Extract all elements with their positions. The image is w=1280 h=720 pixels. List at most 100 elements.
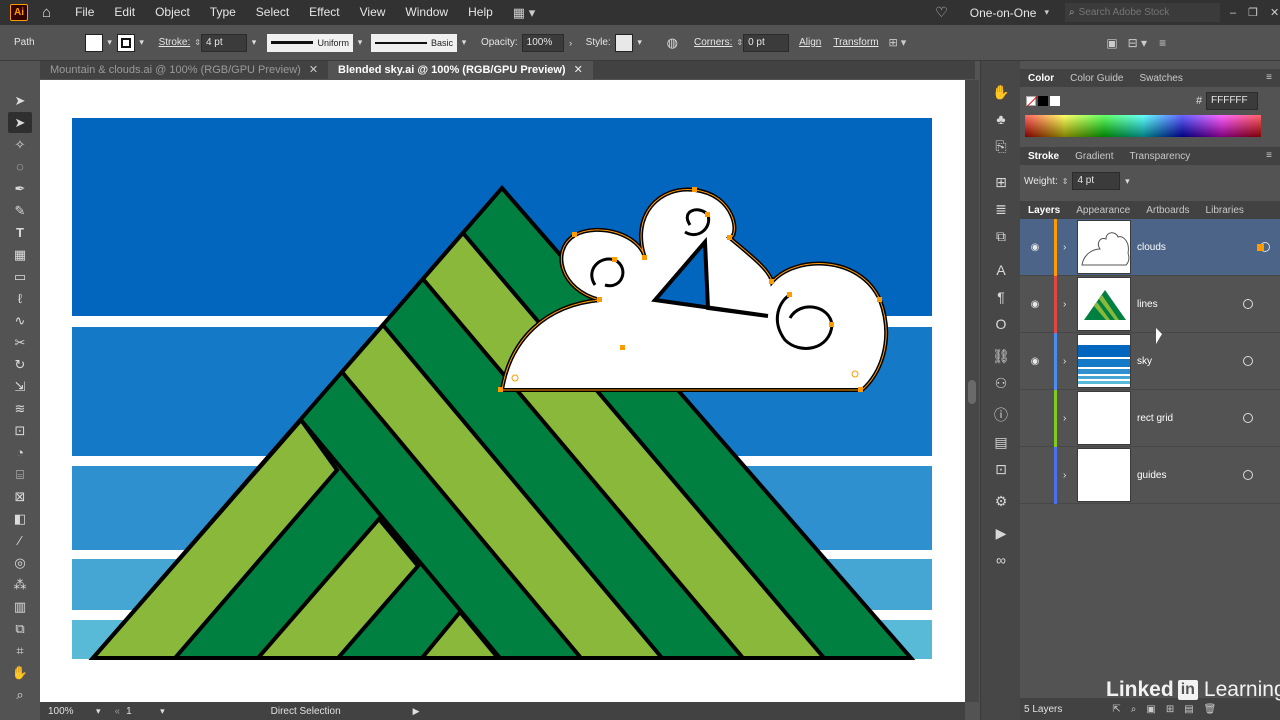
pathfinder-icon[interactable]: ⧉ xyxy=(987,225,1015,247)
opentype-icon[interactable]: O xyxy=(987,313,1015,335)
target-circle-icon[interactable] xyxy=(1243,299,1253,309)
chevron-down-icon[interactable]: ▾ xyxy=(459,37,469,48)
direct-selection-tool-icon[interactable]: ➤ xyxy=(8,112,32,133)
stepper-icon[interactable]: ⇕ xyxy=(1062,177,1069,186)
panel-menu-icon[interactable]: ≡ xyxy=(1266,150,1272,161)
character-icon[interactable]: A xyxy=(987,259,1015,281)
menu-edit[interactable]: Edit xyxy=(104,0,145,25)
selection-indicator[interactable] xyxy=(1257,243,1264,251)
tab-layers[interactable]: Layers xyxy=(1020,205,1068,216)
transform-panel-icon[interactable]: ⊞ xyxy=(987,171,1015,193)
stepper-icon[interactable]: ⇕ xyxy=(736,38,743,47)
tab-blended-sky[interactable]: Blended sky.ai @ 100% (RGB/GPU Preview) … xyxy=(328,61,593,79)
column-graph-tool-icon[interactable]: ▥ xyxy=(8,596,32,617)
tab-mountain-clouds[interactable]: Mountain & clouds.ai @ 100% (RGB/GPU Pre… xyxy=(40,61,328,79)
search-input[interactable] xyxy=(1078,7,1209,18)
layer-name[interactable]: lines xyxy=(1137,299,1243,310)
document-info-icon[interactable]: ▤ xyxy=(987,431,1015,453)
lightbulb-icon[interactable]: ♡ xyxy=(935,4,948,21)
arrange-documents-icon[interactable]: ▦ ▾ xyxy=(513,5,535,21)
brush-definition[interactable]: Basic xyxy=(370,33,457,52)
slice-tool-icon[interactable]: ⌗ xyxy=(8,640,32,661)
artboard-tool-icon[interactable]: ⧉ xyxy=(8,618,32,639)
image-trace-icon[interactable]: ⚇ xyxy=(987,372,1015,394)
rotate-tool-icon[interactable]: ↻ xyxy=(8,354,32,375)
curvature-tool-icon[interactable]: ✎ xyxy=(8,200,32,221)
variable-width-profile[interactable]: Uniform xyxy=(266,33,353,52)
close-icon[interactable]: ✕ xyxy=(574,61,583,79)
canvas-area[interactable] xyxy=(40,80,965,702)
color-spectrum[interactable] xyxy=(1025,115,1261,137)
chevron-down-icon[interactable]: ▾ xyxy=(355,37,365,48)
menu-view[interactable]: View xyxy=(350,0,396,25)
collect-export-icon[interactable]: ⇱ xyxy=(1112,704,1120,715)
expand-chevron-icon[interactable]: › xyxy=(1063,413,1075,424)
chevron-right-icon[interactable]: › xyxy=(566,38,576,48)
symbols-icon[interactable]: ♣ xyxy=(987,108,1015,130)
asset-export-icon[interactable]: ⎘ xyxy=(987,135,1015,157)
new-sublayer-icon[interactable]: ⊞ xyxy=(1166,704,1174,715)
locate-object-icon[interactable]: ⌕ xyxy=(1131,704,1137,715)
menu-file[interactable]: File xyxy=(65,0,104,25)
settings-icon[interactable]: ⚙ xyxy=(987,490,1015,512)
opacity-field[interactable]: 100% xyxy=(521,33,564,52)
layer-row-rect-grid[interactable]: › rect grid xyxy=(1020,389,1280,447)
layer-row-sky[interactable]: ◉ › sky xyxy=(1020,332,1280,390)
workspace-switcher[interactable]: One-on-One xyxy=(970,6,1037,20)
expand-chevron-icon[interactable]: › xyxy=(1063,470,1075,481)
menu-select[interactable]: Select xyxy=(246,0,299,25)
arrange-icon[interactable]: ▣ xyxy=(1106,36,1117,50)
hand-tool-icon[interactable]: ✋ xyxy=(8,662,32,683)
shaper-tool-icon[interactable]: ∿ xyxy=(8,310,32,331)
home-icon[interactable]: ⌂ xyxy=(42,4,51,21)
layer-row-clouds[interactable]: ◉ › clouds xyxy=(1020,218,1280,276)
shape-builder-tool-icon[interactable]: ◔ xyxy=(8,442,32,463)
links-icon[interactable]: ⛓ xyxy=(987,345,1015,367)
width-tool-icon[interactable]: ≋ xyxy=(8,398,32,419)
white-swatch[interactable] xyxy=(1050,96,1060,106)
links-chain-icon[interactable]: ∞ xyxy=(987,549,1015,571)
artboard-number[interactable]: 1 xyxy=(126,706,156,717)
target-circle-icon[interactable] xyxy=(1243,413,1253,423)
paintbrush-tool-icon[interactable]: ℓ xyxy=(8,288,32,309)
zoom-tool-icon[interactable]: ⌕ xyxy=(8,684,32,705)
perspective-grid-tool-icon[interactable]: ⌸ xyxy=(8,464,32,485)
expand-chevron-icon[interactable]: › xyxy=(1063,356,1075,367)
layer-row-lines[interactable]: ◉ › lines xyxy=(1020,275,1280,333)
clipping-mask-icon[interactable]: ▣ xyxy=(1146,704,1155,715)
visibility-eye-icon[interactable]: ◉ xyxy=(1026,242,1044,253)
corners-label[interactable]: Corners: xyxy=(694,37,732,48)
stock-search[interactable]: ⌕ xyxy=(1065,3,1221,22)
chevron-down-icon[interactable]: ▾ xyxy=(160,706,165,717)
target-circle-icon[interactable] xyxy=(1243,356,1253,366)
menu-window[interactable]: Window xyxy=(395,0,458,25)
zoom-level[interactable]: 100% xyxy=(48,706,88,717)
isolate-icon[interactable]: ⊞ ▾ xyxy=(889,36,907,49)
layer-name[interactable]: sky xyxy=(1137,356,1243,367)
align-options-icon[interactable]: ⊟ ▾ xyxy=(1128,36,1147,50)
grid-tool-icon[interactable]: ▦ xyxy=(8,244,32,265)
chevron-down-icon[interactable]: ▾ xyxy=(96,706,101,717)
artboard[interactable] xyxy=(40,80,965,702)
chevron-right-icon[interactable]: ▶ xyxy=(413,706,420,717)
black-swatch[interactable] xyxy=(1038,96,1048,106)
chevron-down-icon[interactable]: ▾ xyxy=(1044,7,1049,18)
delete-layer-icon[interactable]: 🗑 xyxy=(1204,704,1217,715)
stroke-label[interactable]: Stroke: xyxy=(159,37,191,48)
navigator-icon[interactable]: ⊡ xyxy=(987,458,1015,480)
scale-tool-icon[interactable]: ⇲ xyxy=(8,376,32,397)
graphic-style-swatch[interactable] xyxy=(614,33,633,52)
stroke-swatch[interactable] xyxy=(116,33,135,52)
stepper-icon[interactable]: ⇕ xyxy=(194,38,201,47)
hex-field[interactable]: FFFFFF xyxy=(1206,92,1258,110)
rectangle-tool-icon[interactable]: ▭ xyxy=(8,266,32,287)
magic-wand-tool-icon[interactable]: ✧ xyxy=(8,134,32,155)
menu-object[interactable]: Object xyxy=(145,0,200,25)
vertical-scrollbar[interactable] xyxy=(965,80,979,702)
tab-color-guide[interactable]: Color Guide xyxy=(1062,73,1131,84)
tab-transparency[interactable]: Transparency xyxy=(1121,151,1198,162)
none-swatch[interactable] xyxy=(1026,96,1038,107)
scissors-tool-icon[interactable]: ✂ xyxy=(8,332,32,353)
selection-tool-icon[interactable]: ➤ xyxy=(8,90,32,111)
tab-libraries[interactable]: Libraries xyxy=(1198,205,1252,216)
